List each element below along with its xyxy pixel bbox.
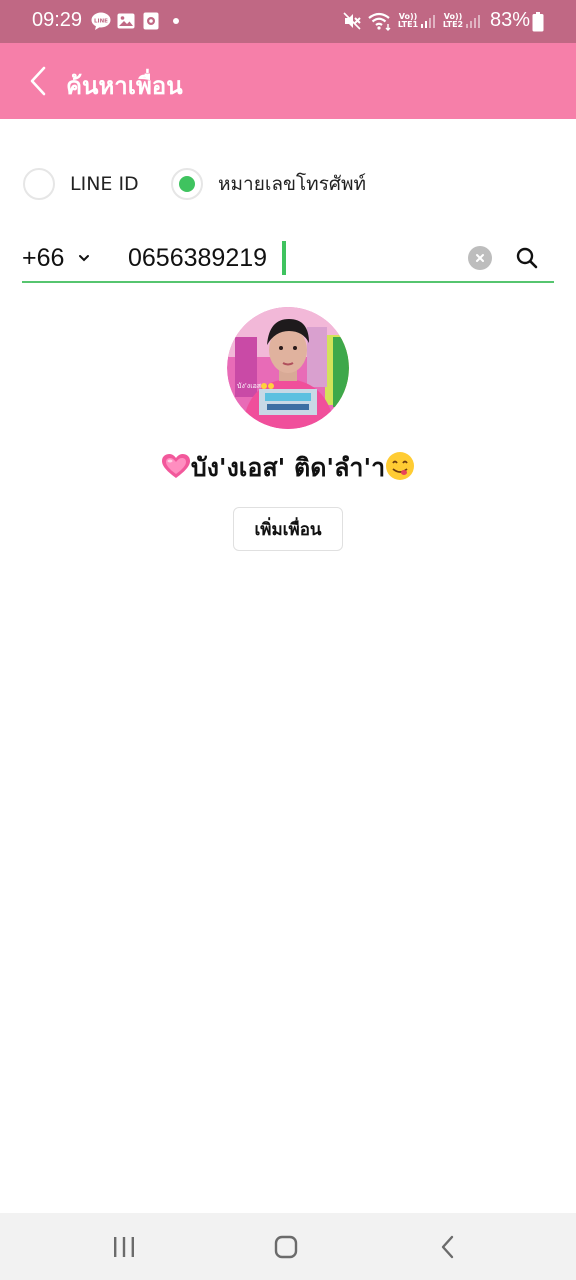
radio-button-checked[interactable] xyxy=(171,168,203,200)
radio-line-id[interactable]: LINE ID xyxy=(23,167,139,201)
radio-label-phone-number: หมายเลขโทรศัพท์ xyxy=(218,173,367,195)
status-bar: 09:29 LINE Vo)) LTE1 Vo)) LTE2 83% xyxy=(0,0,576,43)
avatar-caption: บัง'งเอส xyxy=(237,382,262,390)
country-code: +66 xyxy=(22,243,65,272)
search-type-selector: LINE ID หมายเลขโทรศัพท์ xyxy=(0,167,576,201)
battery-icon xyxy=(532,12,544,36)
chevron-left-icon xyxy=(441,1235,454,1259)
chevron-down-icon xyxy=(78,254,90,262)
sim2-label-bottom: LTE2 xyxy=(442,20,464,29)
signal-icon: Vo)) LTE2 xyxy=(440,11,484,31)
screen-recorder-icon xyxy=(141,11,161,31)
text-cursor xyxy=(282,241,286,275)
recent-apps-button[interactable] xyxy=(104,1231,144,1263)
phone-number-input[interactable] xyxy=(128,239,458,277)
radio-button-unchecked[interactable] xyxy=(23,168,55,200)
recent-apps-icon xyxy=(114,1237,134,1257)
sim1-label-bottom: LTE1 xyxy=(397,20,419,29)
chevron-left-icon xyxy=(30,66,46,96)
clear-input-button[interactable] xyxy=(468,246,492,270)
radio-selected-dot xyxy=(179,176,195,192)
country-code-selector[interactable]: +66 xyxy=(22,243,90,273)
dot-icon xyxy=(166,11,186,31)
phone-search-field: +66 xyxy=(22,235,554,283)
add-friend-button[interactable]: เพิ่มเพื่อน xyxy=(233,507,343,551)
gallery-icon xyxy=(116,11,136,31)
svg-text:LINE: LINE xyxy=(94,19,108,25)
battery-percent: 83% xyxy=(490,9,531,31)
system-navigation-bar xyxy=(0,1213,576,1280)
system-back-button[interactable] xyxy=(428,1231,468,1263)
mute-icon xyxy=(342,11,362,31)
back-button[interactable] xyxy=(22,63,54,99)
radio-phone-number[interactable]: หมายเลขโทรศัพท์ xyxy=(171,167,366,201)
page-title: ค้นหาเพื่อน xyxy=(66,72,183,100)
friend-avatar[interactable]: บัง'งเอส xyxy=(227,307,349,429)
close-icon xyxy=(476,254,484,262)
home-icon xyxy=(274,1235,298,1259)
wifi-icon xyxy=(367,11,393,31)
signal-icon: Vo)) LTE1 xyxy=(396,11,438,31)
app-header: ค้นหาเพื่อน xyxy=(0,43,576,119)
search-button[interactable] xyxy=(514,245,540,271)
pink-heart-icon xyxy=(161,453,191,485)
yum-face-icon xyxy=(385,451,415,487)
friend-display-name: บัง'งเอส' ติด'ลำ'า xyxy=(100,448,476,488)
home-button[interactable] xyxy=(266,1231,306,1263)
search-icon xyxy=(516,247,538,269)
radio-label-line-id: LINE ID xyxy=(70,173,139,195)
friend-name-text: บัง'งเอส' ติด'ลำ'า xyxy=(190,453,386,482)
line-icon: LINE xyxy=(91,11,111,31)
status-time: 09:29 xyxy=(32,9,83,31)
